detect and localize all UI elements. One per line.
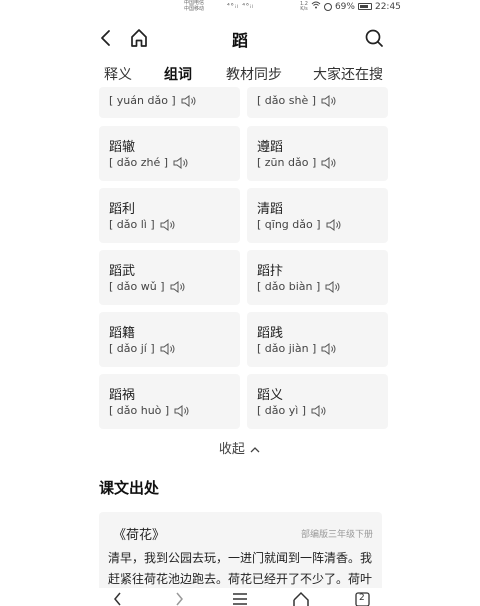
tab-word-groups[interactable]: 组词 [164,64,192,84]
word-text: 蹈抃 [257,264,284,279]
carrier-labels: 中国电信 中国移动 [184,0,204,12]
section-title: 课文出处 [99,479,160,497]
word-pinyin: [ dǎo jiàn ] [257,342,337,355]
nav-menu-button[interactable] [230,590,250,606]
word-card[interactable]: 清蹈 [ qīng dǎo ] [247,188,388,243]
pinyin-text: [ dǎo yì ] [257,404,307,417]
word-pinyin: [ dǎo biàn ] [257,280,341,293]
word-card[interactable]: 蹈抃 [ dǎo biàn ] [247,250,388,305]
word-pinyin: [ dǎo shè ] [257,94,337,107]
clock-time: 22:45 [374,1,401,12]
tab-others-search[interactable]: 大家还在搜 [313,64,383,84]
speaker-icon[interactable] [170,280,186,293]
nav-home-button[interactable] [291,590,311,606]
word-pinyin: [ dǎo zhé ] [109,156,189,169]
pinyin-text: [ zūn dǎo ] [257,156,317,169]
pinyin-text: [ dǎo biàn ] [257,280,321,293]
word-text: 蹈义 [257,388,284,403]
carrier-name-2: 中国移动 [184,6,205,12]
word-pinyin: [ dǎo lì ] [109,218,176,231]
word-pinyin: [ yuán dǎo ] [109,94,197,107]
word-card[interactable]: 蹈武 [ dǎo wǔ ] [99,250,240,305]
speaker-icon[interactable] [173,156,189,169]
alarm-icon [323,2,332,11]
network-speed: 1.2 K/s [300,1,308,12]
pinyin-text: [ dǎo jí ] [109,342,155,355]
search-button[interactable] [363,26,385,50]
tab-definition[interactable]: 释义 [104,64,132,84]
textbook-source-card[interactable]: 《荷花》 部编版三年级下册 清早，我到公园去玩，一进门就闻到一阵清香。我赶紧往荷… [99,512,382,592]
word-card[interactable]: 蹈辙 [ dǎo zhé ] [99,126,240,181]
nav-forward-button[interactable] [169,590,189,606]
word-card[interactable]: 蹈祸 [ dǎo huò ] [99,374,240,429]
word-card[interactable]: 遵蹈 [ zūn dǎo ] [247,126,388,181]
lesson-title: 《荷花》 [113,528,166,543]
word-text: 蹈利 [109,202,136,217]
speaker-icon[interactable] [160,218,176,231]
word-pinyin: [ dǎo jí ] [109,342,176,355]
word-text: 蹈武 [109,264,136,279]
pinyin-text: [ dǎo wǔ ] [109,280,165,293]
tab-count: 2 [359,593,365,603]
collapse-label: 收起 [218,442,245,457]
tab-textbook-sync[interactable]: 教材同步 [226,64,282,84]
word-text: 蹈籍 [109,326,136,341]
speaker-icon[interactable] [321,342,337,355]
bottom-nav-bar: 2 [0,588,480,606]
chevron-up-icon [250,446,260,452]
speed-unit: K/s [300,5,308,12]
word-card[interactable]: [ yuán dǎo ] [99,87,240,118]
word-text: 清蹈 [257,202,284,217]
pinyin-text: [ qīng dǎo ] [257,218,321,231]
status-right: 1.2 K/s 69% 22:45 [300,1,401,12]
tab-bar: 释义 组词 教材同步 大家还在搜 [0,62,480,92]
grade-label: 部编版三年级下册 [300,530,373,540]
speaker-icon[interactable] [326,218,342,231]
word-text: 蹈践 [257,326,284,341]
battery-icon [357,3,372,10]
battery-percent: 69% [334,1,355,12]
pinyin-text: [ dǎo zhé ] [109,156,169,169]
pinyin-text: [ dǎo shè ] [257,94,316,107]
word-text: 蹈辙 [109,140,136,155]
home-icon [293,591,309,606]
pinyin-text: [ dǎo jiàn ] [257,342,317,355]
word-card[interactable]: [ dǎo shè ] [247,87,388,118]
collapse-button[interactable]: 收起 [0,438,480,457]
page-title: 蹈 [231,31,248,50]
word-text: 蹈祸 [109,388,136,403]
speaker-icon[interactable] [311,404,327,417]
word-card[interactable]: 蹈义 [ dǎo yì ] [247,374,388,429]
wifi-icon [311,1,321,12]
word-pinyin: [ qīng dǎo ] [257,218,342,231]
speaker-icon[interactable] [174,404,190,417]
nav-tabs-button[interactable]: 2 [353,590,373,606]
speaker-icon[interactable] [160,342,176,355]
pinyin-text: [ dǎo huò ] [109,404,170,417]
status-bar: 中国电信 中国移动 ⁴⁶ᵢₗ ⁴⁶ᵢₗ 1.2 K/s 69% 22:45 [0,0,480,16]
word-text: 遵蹈 [257,140,284,155]
word-pinyin: [ dǎo huò ] [109,404,190,417]
word-card[interactable]: 蹈利 [ dǎo lì ] [99,188,240,243]
chevron-right-icon [176,592,183,606]
speaker-icon[interactable] [321,94,337,107]
nav-back-button[interactable] [108,590,128,606]
menu-icon [233,593,247,605]
pinyin-text: [ yuán dǎo ] [109,94,176,107]
speaker-icon[interactable] [325,280,341,293]
top-header: 蹈 [0,24,480,54]
word-pinyin: [ dǎo yì ] [257,404,327,417]
word-card[interactable]: 蹈籍 [ dǎo jí ] [99,312,240,367]
chevron-left-icon [114,592,121,606]
word-pinyin: [ dǎo wǔ ] [109,280,186,293]
word-pinyin: [ zūn dǎo ] [257,156,337,169]
search-icon [365,29,383,47]
word-card[interactable]: 蹈践 [ dǎo jiàn ] [247,312,388,367]
pinyin-text: [ dǎo lì ] [109,218,155,231]
lesson-excerpt: 清早，我到公园去玩，一进门就闻到一阵清香。我赶紧往荷花池边跑去。荷花已经开了不少… [108,551,373,586]
signal-icon: ⁴⁶ᵢₗ ⁴⁶ᵢₗ [227,2,255,10]
speaker-icon[interactable] [181,94,197,107]
speaker-icon[interactable] [321,156,337,169]
